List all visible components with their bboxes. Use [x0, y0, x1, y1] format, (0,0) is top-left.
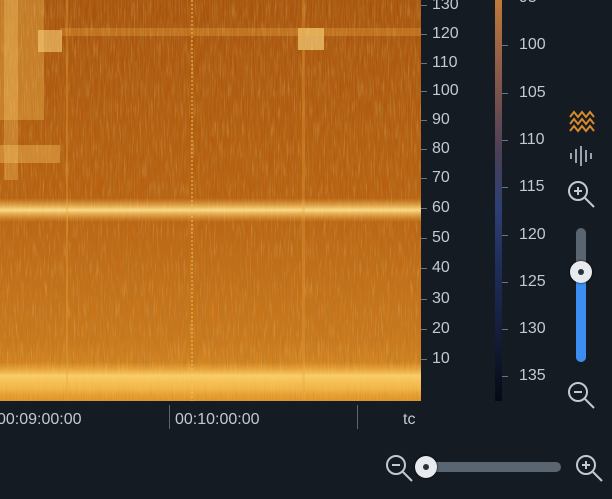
- frequency-tick: [421, 238, 427, 239]
- frequency-label: 20: [432, 319, 450, 337]
- frequency-tick: [421, 328, 427, 330]
- time-tick: [169, 405, 170, 429]
- horizontal-zoom-handle[interactable]: [415, 456, 437, 478]
- frequency-label: 110: [432, 53, 458, 71]
- frequency-tick: [421, 177, 427, 179]
- frequency-tick: [421, 268, 427, 270]
- frequency-tick: [421, 359, 427, 360]
- time-tick: [357, 405, 358, 429]
- spectrogram-icon[interactable]: [568, 109, 596, 135]
- vertical-zoom-in-icon[interactable]: [566, 179, 596, 209]
- horizontal-zoom-track[interactable]: [424, 462, 561, 472]
- db-label: 95: [519, 0, 537, 7]
- db-label: 135: [519, 367, 546, 385]
- frequency-label: 90: [432, 111, 450, 128]
- time-label: 00:09:00:00: [0, 411, 82, 428]
- frequency-label: 60: [432, 198, 450, 216]
- frequency-axis: 130 120 110 100 90 80 70 60 50 40 30 20 10: [421, 0, 489, 401]
- db-tick: [502, 376, 508, 378]
- db-label: 100: [519, 36, 546, 54]
- vertical-zoom-handle[interactable]: [570, 261, 592, 283]
- frequency-label: 80: [432, 139, 450, 157]
- frequency-label: 70: [432, 168, 450, 186]
- spectrogram-image: [0, 0, 421, 401]
- frequency-tick: [421, 5, 427, 6]
- db-tick: [502, 92, 508, 94]
- horizontal-zoom-in-icon[interactable]: [574, 453, 604, 483]
- frequency-label: 100: [432, 82, 459, 100]
- waveform-icon[interactable]: [569, 145, 595, 167]
- db-tick: [502, 329, 508, 331]
- db-label: 110: [519, 130, 545, 148]
- db-label: 130: [519, 320, 546, 338]
- frequency-tick: [421, 298, 427, 300]
- time-axis: 00:09:00:00 00:10:00:00 tc: [0, 401, 430, 441]
- db-tick: [502, 45, 508, 47]
- db-colorbar: [495, 0, 502, 401]
- horizontal-zoom-out-icon[interactable]: [384, 453, 414, 483]
- frequency-label: 120: [432, 24, 459, 42]
- time-unit-label: tc: [403, 411, 416, 428]
- db-label: 115: [519, 178, 545, 196]
- db-label: 125: [519, 272, 546, 290]
- spectrogram-view[interactable]: [0, 0, 421, 401]
- frequency-tick: [421, 120, 427, 121]
- db-tick: [502, 139, 508, 141]
- frequency-label: 130: [432, 0, 459, 13]
- frequency-label: 10: [432, 350, 450, 367]
- vertical-zoom-fill: [576, 272, 586, 362]
- time-label: 00:10:00:00: [175, 411, 260, 428]
- frequency-tick: [421, 207, 427, 209]
- frequency-label: 40: [432, 259, 450, 277]
- frequency-tick: [421, 148, 427, 150]
- db-tick: [502, 187, 508, 189]
- db-label: 105: [519, 83, 546, 101]
- frequency-tick: [421, 91, 427, 93]
- vertical-zoom-out-icon[interactable]: [566, 380, 596, 410]
- db-tick: [502, 281, 508, 283]
- db-tick: [502, 234, 508, 236]
- frequency-tick: [421, 62, 427, 64]
- db-label: 120: [519, 225, 546, 243]
- frequency-label: 50: [432, 229, 450, 246]
- db-axis: 95 100 105 110 115 120 125 130 135: [502, 0, 560, 401]
- frequency-tick: [421, 33, 427, 35]
- frequency-label: 30: [432, 289, 450, 307]
